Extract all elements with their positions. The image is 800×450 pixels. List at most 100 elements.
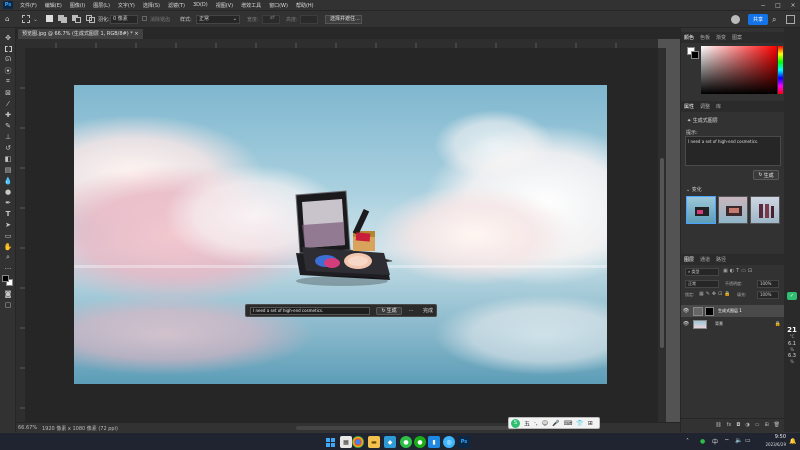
properties-generate-button[interactable]: ↻ 生成 [753, 170, 779, 180]
zoom-level[interactable]: 66.67% [18, 425, 37, 431]
menu-type[interactable]: 文字(Y) [114, 2, 139, 9]
quick-mask-icon[interactable]: ◙ [0, 288, 16, 299]
menu-file[interactable]: 文件(F) [16, 2, 41, 9]
ime-grid-icon[interactable]: ⊞ [588, 420, 593, 427]
height-input[interactable] [300, 15, 318, 24]
ime-logo-icon[interactable]: S [511, 418, 520, 428]
healing-brush-tool-icon[interactable]: ✚ [0, 109, 16, 120]
layer-row[interactable]: 👁 背景 🔒 [681, 318, 785, 330]
menu-view[interactable]: 视图(V) [212, 2, 237, 9]
menu-window[interactable]: 窗口(W) [265, 2, 292, 9]
hand-tool-icon[interactable]: ✋ [0, 241, 16, 252]
new-layer-icon[interactable]: ⊞ [764, 422, 768, 428]
ime-punctuation-icon[interactable]: ·, [534, 420, 538, 427]
fx-icon[interactable]: fx [727, 422, 732, 428]
done-button[interactable]: 完成 [420, 307, 436, 315]
minimize-icon[interactable]: − [756, 0, 770, 10]
antialias-checkbox[interactable] [142, 16, 147, 21]
tab-channels[interactable]: 通道 [697, 256, 713, 263]
marquee-tool-icon[interactable] [0, 43, 16, 54]
search-icon[interactable]: ⌕ [772, 15, 781, 24]
trash-icon[interactable]: 🗑 [774, 422, 780, 428]
subtract-selection-icon[interactable] [72, 15, 81, 23]
document-tab[interactable]: 预览图.jpg @ 66.7% (生成式图层 1, RGB/8#) * × [18, 29, 143, 39]
menu-image[interactable]: 图像(I) [66, 2, 89, 9]
layer-mask-thumbnail[interactable] [705, 306, 714, 316]
menu-edit[interactable]: 编辑(E) [41, 2, 66, 9]
clone-stamp-tool-icon[interactable]: ⊥ [0, 131, 16, 142]
app-icon[interactable]: ▮ [428, 436, 440, 448]
tab-color[interactable]: 颜色 [681, 34, 697, 41]
clock-date[interactable]: 2023/6/29 [752, 442, 786, 447]
menu-3d[interactable]: 3D(D) [189, 2, 212, 8]
menu-filter[interactable]: 滤镜(T) [164, 2, 189, 9]
ime-mode-label[interactable]: 五 [524, 419, 530, 428]
lock-icons[interactable]: ▦✎✥⊡🔒 [699, 291, 733, 297]
chevron-down-icon[interactable]: ⌄ [33, 16, 38, 23]
tab-swatches[interactable]: 色板 [697, 34, 713, 41]
ime-keyboard-icon[interactable]: ⌨ [564, 420, 573, 427]
eyedropper-tool-icon[interactable]: ⁄ [0, 98, 16, 109]
home-icon[interactable]: ⌂ [5, 15, 13, 23]
workspace-icon[interactable] [786, 15, 795, 24]
add-selection-icon[interactable] [58, 15, 67, 23]
menu-plugins[interactable]: 增效工具 [237, 2, 265, 9]
type-tool-icon[interactable]: T [0, 208, 16, 219]
blur-tool-icon[interactable]: 💧 [0, 175, 16, 186]
chrome-icon[interactable] [352, 436, 364, 448]
document-info[interactable]: 1920 像素 x 1080 像素 (72 ppi) [42, 425, 118, 432]
wechat-work-icon[interactable]: ● [414, 436, 426, 448]
horizontal-scrollbar[interactable] [296, 426, 516, 430]
close-icon[interactable]: × [786, 0, 800, 10]
more-tools-icon[interactable]: ··· [0, 263, 16, 274]
rectangle-tool-icon[interactable]: ▭ [0, 230, 16, 241]
tab-properties[interactable]: 属性 [681, 103, 697, 110]
tab-adjustments[interactable]: 调整 [697, 103, 713, 110]
zoom-tool-icon[interactable]: ⌕ [0, 252, 16, 263]
windows-start-icon[interactable] [324, 436, 336, 448]
lasso-tool-icon[interactable]: ᘏ [0, 54, 16, 65]
history-brush-tool-icon[interactable]: ↺ [0, 142, 16, 153]
ime-skin-icon[interactable]: 👕 [576, 420, 583, 427]
background-swatch[interactable] [691, 51, 699, 59]
select-and-mask-button[interactable]: 选择并遮住... [325, 15, 362, 24]
chevron-right-icon[interactable]: › [88, 425, 90, 431]
tab-libraries[interactable]: 库 [713, 103, 724, 110]
menu-select[interactable]: 选择(S) [139, 2, 164, 9]
app-icon[interactable]: ◆ [384, 436, 396, 448]
wechat-tray-icon[interactable]: ● [700, 438, 705, 445]
tab-gradients[interactable]: 渐变 [713, 34, 729, 41]
tab-layers[interactable]: 图层 [681, 256, 697, 263]
ime-emoji-icon[interactable]: ☺ [542, 420, 548, 427]
tab-patterns[interactable]: 图案 [729, 34, 745, 41]
path-selection-tool-icon[interactable]: ➤ [0, 219, 16, 230]
link-icon[interactable]: ⛓ [715, 422, 721, 428]
quick-select-tool-icon[interactable]: ⦿ [0, 65, 16, 76]
new-selection-icon[interactable] [46, 15, 53, 22]
frame-tool-icon[interactable]: ⊠ [0, 87, 16, 98]
gradient-tool-icon[interactable]: ▤ [0, 164, 16, 175]
clock-time[interactable]: 9:50 [756, 434, 786, 440]
photoshop-taskbar-icon[interactable]: Ps [458, 436, 470, 448]
maximize-icon[interactable]: □ [771, 0, 785, 10]
menu-layer[interactable]: 图层(L) [89, 2, 114, 9]
eye-icon[interactable]: 👁 [681, 321, 691, 327]
feather-input[interactable]: 0 像素 [110, 15, 138, 24]
folder-icon[interactable]: ▬ [368, 436, 380, 448]
opacity-input[interactable]: 100% [757, 280, 779, 288]
notification-icon[interactable]: 🔔 [789, 438, 796, 445]
variation-thumbnail-3[interactable] [750, 196, 780, 224]
shield-icon[interactable]: ✓ [787, 292, 797, 300]
battery-icon[interactable]: ▭ [745, 437, 751, 444]
color-swatches[interactable] [0, 274, 16, 288]
generate-button[interactable]: ↻ 生成 [376, 307, 402, 315]
browser-icon[interactable]: ◎ [443, 436, 455, 448]
more-options-button[interactable]: ··· [406, 307, 416, 315]
pen-tool-icon[interactable]: ✒ [0, 197, 16, 208]
swap-icon[interactable]: ⇄ [270, 14, 275, 21]
vertical-scrollbar[interactable] [658, 48, 666, 422]
hue-slider[interactable] [778, 46, 783, 94]
marquee-preset-icon[interactable] [22, 15, 30, 23]
chevron-up-icon[interactable]: ˄ [686, 438, 689, 445]
wifi-icon[interactable]: ⌔ [724, 437, 730, 445]
